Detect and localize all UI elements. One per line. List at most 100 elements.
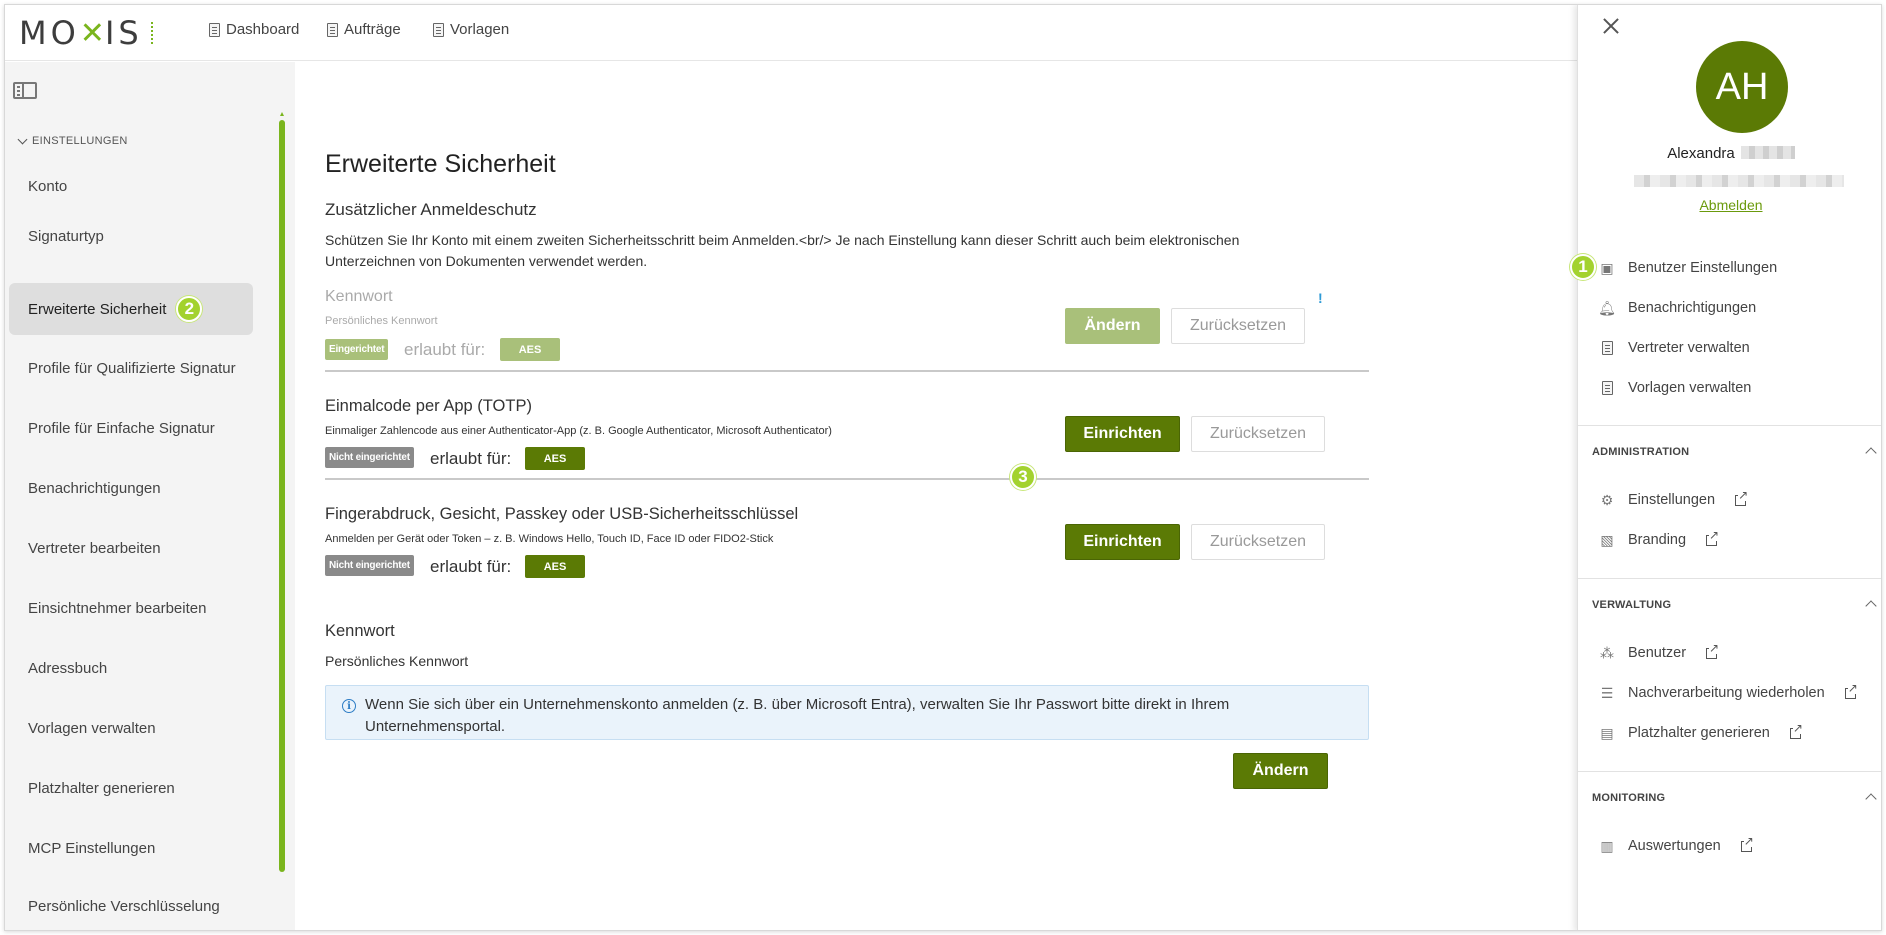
chevron-up-icon[interactable] [1865,447,1877,459]
sidebar-item-profile-qualifiziert[interactable]: Profile für Qualifizierte Signatur [9,342,253,394]
method-totp-title: Einmalcode per App (TOTP) [325,397,532,415]
status-badge: Nicht eingerichtet [325,447,414,468]
nav-label: Vorlagen [450,21,510,38]
password-section-desc: Persönliches Kennwort [325,653,469,669]
info-icon: i [342,699,356,713]
close-icon[interactable] [1600,15,1622,37]
step-badge-2: 2 [176,296,203,322]
reset-totp-button[interactable]: Zurücksetzen [1191,416,1325,452]
aes-badge: AES [500,338,560,361]
panel-item-label: Branding [1628,532,1687,548]
panel-item-users[interactable]: ⁂ Benutzer [1600,641,1720,661]
app-window: MO ✕ IS Dashboard Aufträge Vorlagen EINSTE… [4,4,1882,931]
chevron-down-icon [17,134,28,144]
users-icon: ⁂ [1600,644,1614,661]
page-title: Erweiterte Sicherheit [325,150,556,178]
chevron-up-icon[interactable] [1865,600,1877,612]
checklist-icon: ☰ [1600,684,1614,701]
panel-item-reprocessing[interactable]: ☰ Nachverarbeitung wiederholen [1600,681,1858,701]
sidebar-item-platzhalter[interactable]: Platzhalter generieren [9,762,253,814]
password-section-title: Kennwort [325,622,395,640]
method-passkey-desc: Anmelden per Gerät oder Token – z. B. Wi… [325,533,774,545]
sidebar-item-label: Profile für Qualifizierte Signatur [28,359,236,377]
step-badge-3: 3 [1010,464,1036,490]
sidebar-item-label: Signaturtyp [28,227,104,245]
sidebar-section-label: EINSTELLUNGEN [32,135,128,147]
reset-passkey-button[interactable]: Zurücksetzen [1191,524,1325,560]
sidebar-item-label: Konto [28,177,68,195]
sidebar-item-vertreter[interactable]: Vertreter bearbeiten [9,522,253,574]
logo-text-right: IS [104,14,143,52]
info-text: Wenn Sie sich über ein Unternehmenskonto… [365,696,1230,735]
logo-divider [150,22,153,44]
sidebar-item-label: Vorlagen verwalten [28,719,156,737]
sidebar-item-adressbuch[interactable]: Adressbuch [9,642,253,694]
section-subtitle: Zusätzlicher Anmeldeschutz [325,200,537,219]
setup-passkey-button[interactable]: Einrichten [1065,524,1180,560]
nav-dashboard[interactable]: Dashboard [209,21,299,38]
sidebar-item-label: Profile für Einfache Signatur [28,419,215,437]
panel-item-branding[interactable]: ▧ Branding [1600,528,1720,548]
panel-item-substitutes[interactable]: Vertreter verwalten [1600,340,1750,356]
sidebar-scrollbar[interactable] [279,120,285,872]
sidebar-item-verschluesselung[interactable]: Persönliche Verschlüsselung [9,880,253,930]
separator [1578,578,1881,579]
panel-item-label: Auswertungen [1628,838,1721,854]
panel-item-label: Benutzer Einstellungen [1628,260,1778,276]
sidebar-item-signaturtyp[interactable]: Signaturtyp [9,210,253,262]
change-password-button-disabled[interactable]: Ändern [1065,308,1160,344]
report-icon: ▥ [1600,837,1614,854]
panel-item-notifications[interactable]: 🔔︎ Benachrichtigungen [1598,299,1757,317]
sidebar-item-label: Adressbuch [28,659,108,677]
allow-label: erlaubt für: [430,449,512,468]
sidebar-item-label: Benachrichtigungen [28,479,161,497]
divider [325,478,1369,480]
user-name: Alexandra [1578,145,1881,162]
nav-auftraege[interactable]: Aufträge [327,21,401,38]
sidebar-item-profile-einfach[interactable]: Profile für Einfache Signatur [9,402,253,454]
sidebar-item-label: Platzhalter generieren [28,779,175,797]
reset-password-button-disabled[interactable]: Zurücksetzen [1171,308,1305,344]
section-administration: ADMINISTRATION [1592,446,1690,458]
document-icon [433,22,444,37]
setup-totp-button[interactable]: Einrichten [1065,416,1180,452]
panel-item-user-settings[interactable]: ▣ Benutzer Einstellungen [1600,260,1778,277]
divider [325,370,1369,372]
sidebar-item-vorlagen[interactable]: Vorlagen verwalten [9,702,253,754]
sidebar-item-benachrichtigungen[interactable]: Benachrichtigungen [9,462,253,514]
aes-badge: AES [525,555,585,578]
panel-item-label: Platzhalter generieren [1628,725,1770,741]
panel-item-label: Einstellungen [1628,492,1716,508]
sidebar-item-erweiterte-sicherheit[interactable]: Erweiterte Sicherheit 2 [9,283,253,335]
document-icon [1600,381,1614,395]
change-password-button[interactable]: Ändern [1233,753,1328,789]
external-link-icon [1706,641,1720,659]
logout-link[interactable]: Abmelden [1578,197,1881,213]
allow-label: erlaubt für: [430,557,512,576]
panel-item-reports[interactable]: ▥ Auswertungen [1600,834,1754,854]
panel-item-label: Nachverarbeitung wiederholen [1628,685,1825,701]
avatar: AH [1696,41,1788,133]
document-icon [327,22,338,37]
sidebar-section-header[interactable]: EINSTELLUNGEN [17,134,128,147]
section-monitoring: MONITORING [1592,792,1666,804]
bell-icon: 🔔︎ [1598,299,1616,316]
sidebar-item-konto[interactable]: Konto [9,160,253,212]
sidebar-item-einsichtnehmer[interactable]: Einsichtnehmer bearbeiten [9,582,253,634]
panel-item-admin-settings[interactable]: ⚙ Einstellungen [1600,488,1749,508]
panel-item-placeholders[interactable]: ▤ Platzhalter generieren [1600,721,1803,741]
sidebar-item-label: Vertreter bearbeiten [28,539,161,557]
panel-item-templates[interactable]: Vorlagen verwalten [1600,380,1751,396]
panel-item-label: Vorlagen verwalten [1628,380,1752,396]
separator [1578,771,1881,772]
panel-item-label: Benachrichtigungen [1628,300,1757,316]
sidebar-item-mcp[interactable]: MCP Einstellungen [9,822,253,874]
external-link-icon [1789,721,1803,739]
sidebar-toggle-icon[interactable] [13,82,37,99]
panel-item-label: Benutzer [1628,645,1687,661]
nav-vorlagen[interactable]: Vorlagen [433,21,509,38]
chevron-up-icon[interactable] [1865,793,1877,805]
moxis-logo[interactable]: MO ✕ IS [19,14,153,52]
scroll-up-icon[interactable] [280,112,284,116]
status-badge: Nicht eingerichtet [325,555,414,576]
